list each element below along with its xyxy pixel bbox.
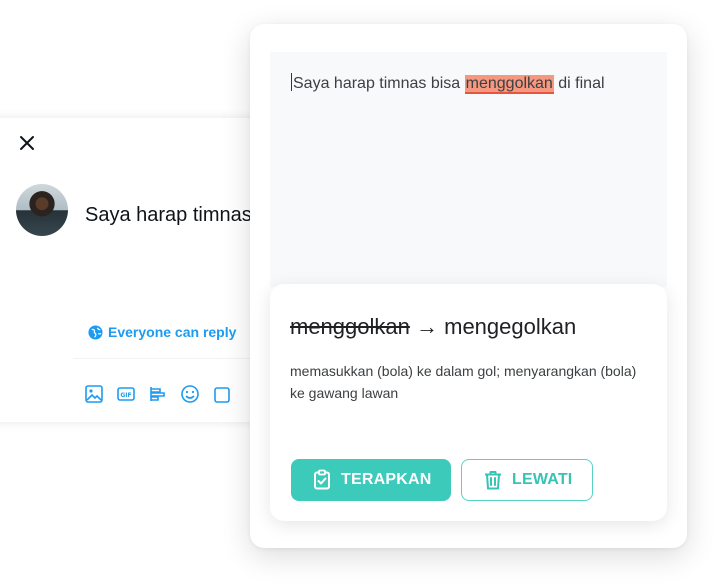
tweet-composer: Saya harap timnas bisa menggolkan di fin… xyxy=(0,118,472,422)
clipboard-check-icon xyxy=(314,469,330,490)
arrow: → xyxy=(416,314,438,339)
spellcheck-popup: Saya harap timnas bisa menggolkan di fin… xyxy=(250,24,687,548)
text-editor[interactable]: Saya harap timnas bisa menggolkan di fin… xyxy=(270,52,667,287)
skip-label: LEWATI xyxy=(512,471,573,488)
image-icon[interactable] xyxy=(84,384,104,404)
apply-label: TERAPKAN xyxy=(341,471,432,488)
original-word: menggolkan xyxy=(290,314,410,339)
reply-setting-button[interactable]: Everyone can reply xyxy=(88,324,236,340)
suggestion-card: menggolkan → mengegolkan memasukkan (bol… xyxy=(270,284,667,521)
schedule-icon[interactable] xyxy=(212,384,232,404)
gif-icon[interactable]: GIF xyxy=(116,384,136,404)
trash-icon xyxy=(485,471,501,490)
suggestion-heading: menggolkan → mengegolkan xyxy=(290,314,576,340)
flagged-word[interactable]: menggolkan xyxy=(464,75,554,94)
editor-text-after: di final xyxy=(553,75,605,92)
skip-button[interactable]: LEWATI xyxy=(461,459,593,501)
globe-icon xyxy=(88,324,103,340)
close-icon[interactable] xyxy=(18,134,36,152)
text-caret xyxy=(291,73,292,91)
composer-toolbar: GIF xyxy=(84,384,232,404)
word-definition: memasukkan (bola) ke dalam gol; menyaran… xyxy=(290,363,637,401)
replacement-word: mengegolkan xyxy=(444,314,577,339)
reply-setting-label: Everyone can reply xyxy=(108,324,237,340)
editor-text-before: Saya harap timnas bisa xyxy=(293,75,465,92)
divider xyxy=(73,358,273,359)
poll-icon[interactable] xyxy=(148,384,168,404)
emoji-icon[interactable] xyxy=(180,384,200,404)
editor-text[interactable]: Saya harap timnas bisa menggolkan di fin… xyxy=(291,73,605,94)
svg-text:GIF: GIF xyxy=(120,392,131,399)
avatar[interactable] xyxy=(16,184,68,236)
apply-button[interactable]: TERAPKAN xyxy=(291,459,451,501)
screen: Saya harap timnas bisa menggolkan di fin… xyxy=(0,0,718,586)
